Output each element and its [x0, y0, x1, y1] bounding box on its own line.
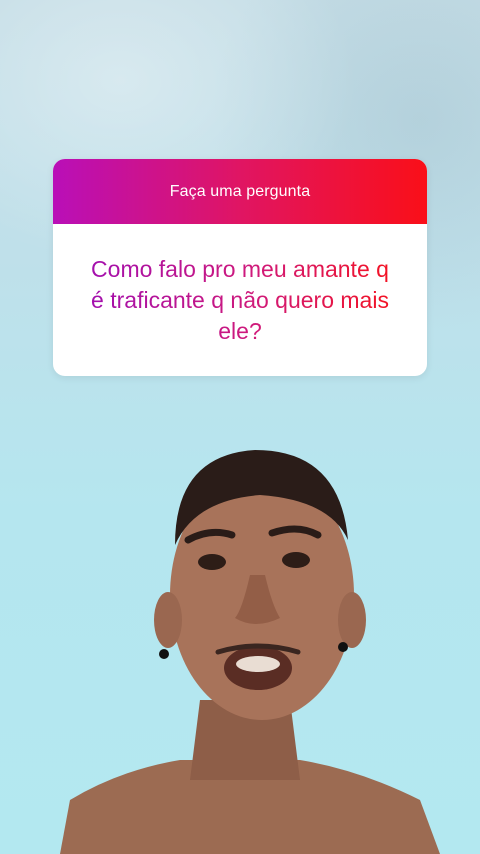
earring-icon	[338, 642, 348, 652]
person-eye-left	[198, 554, 226, 570]
person-teeth	[236, 656, 280, 672]
question-sticker-header-label: Faça uma pergunta	[169, 182, 311, 200]
person-ear-right	[338, 592, 366, 648]
person-eye-right	[282, 552, 310, 568]
question-sticker-body: Como falo pro meu amante q é traficante …	[53, 224, 427, 376]
question-text: Como falo pro meu amante q é traficante …	[83, 254, 397, 347]
question-sticker[interactable]: Faça uma pergunta Como falo pro meu aman…	[53, 159, 427, 376]
story-screen: Faça uma pergunta Como falo pro meu aman…	[0, 0, 480, 854]
question-sticker-header: Faça uma pergunta	[53, 159, 427, 224]
person-photo	[60, 450, 440, 854]
earring-left-icon	[159, 649, 169, 659]
person-ear-left	[154, 592, 182, 648]
